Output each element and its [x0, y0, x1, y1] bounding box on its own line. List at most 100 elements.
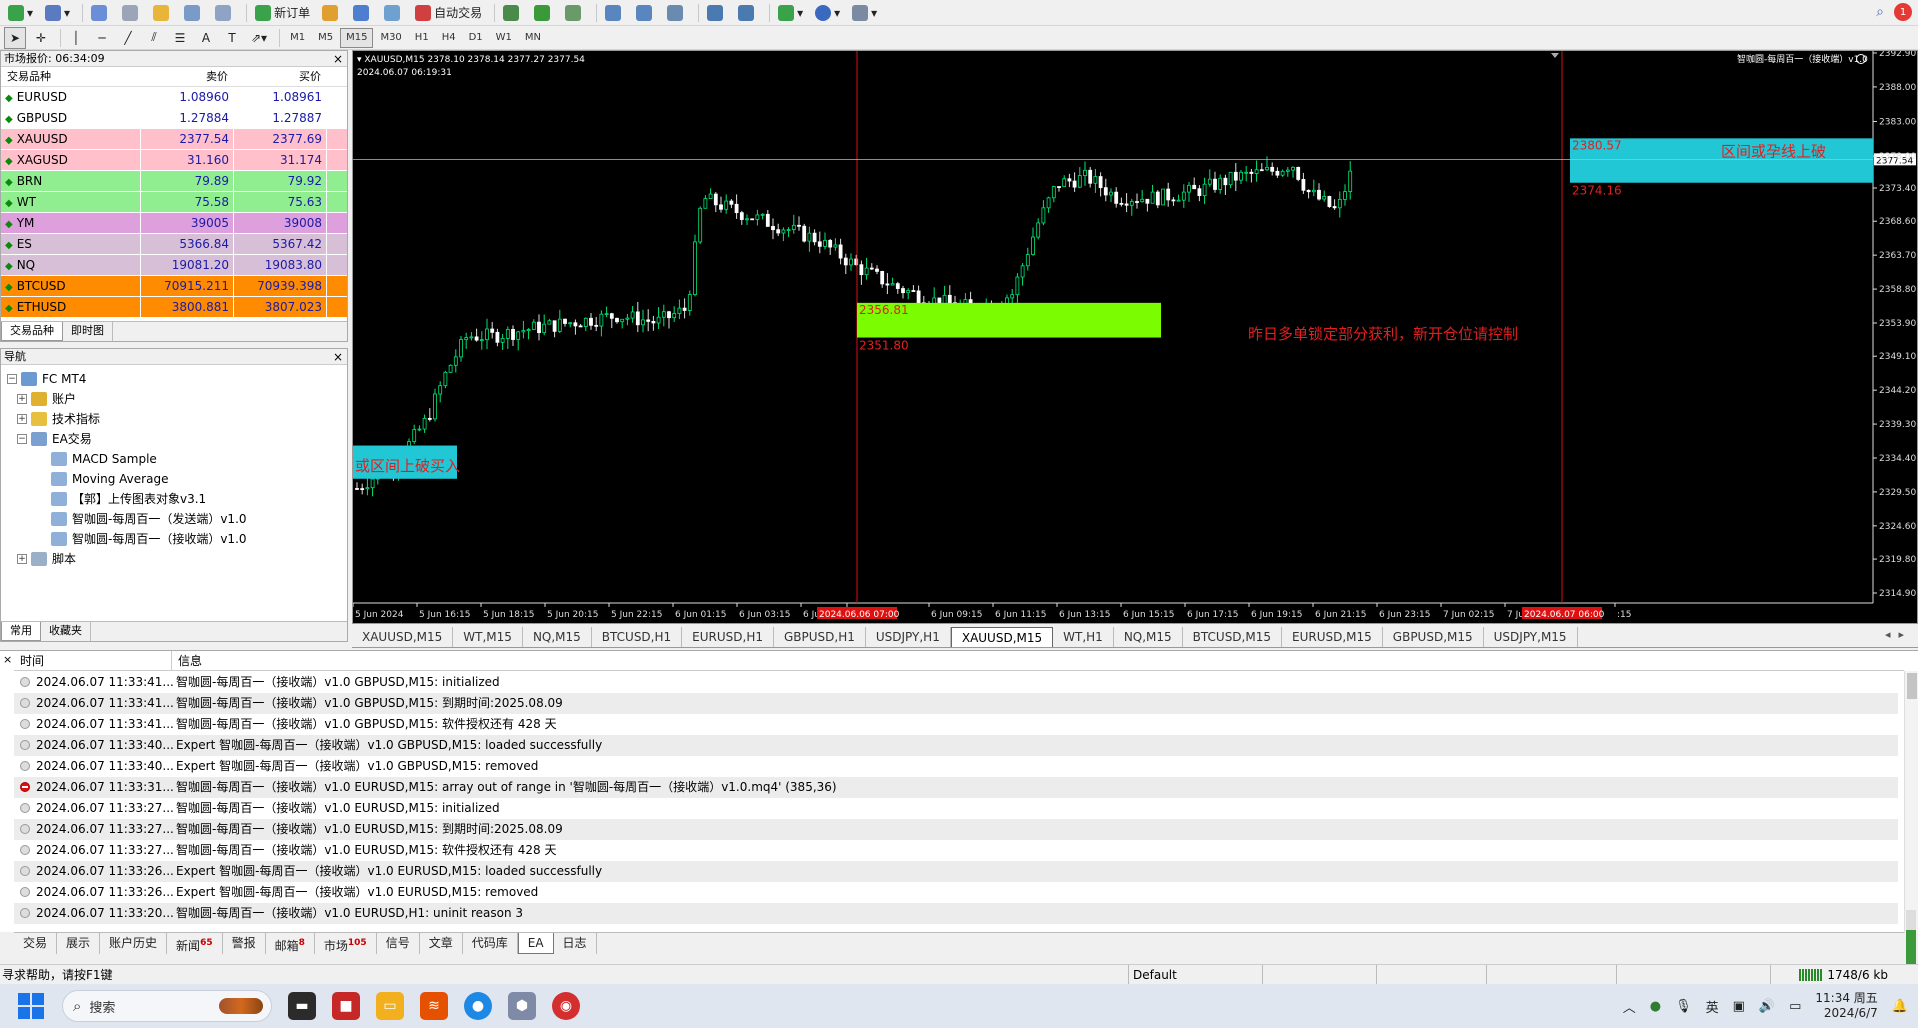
- tab-common[interactable]: 常用: [1, 622, 41, 641]
- tab-favorites[interactable]: 收藏夹: [41, 622, 91, 641]
- col-ask[interactable]: 买价: [234, 67, 327, 86]
- bar-chart-button[interactable]: [499, 2, 526, 24]
- terminal-tab[interactable]: 日志: [554, 933, 597, 954]
- signals-button[interactable]: [349, 2, 376, 24]
- timeframe-w1[interactable]: W1: [490, 28, 518, 48]
- chart-tab[interactable]: EURUSD,H1: [682, 627, 774, 647]
- timeframe-h1[interactable]: H1: [409, 28, 435, 48]
- windows-start-icon[interactable]: [18, 993, 44, 1019]
- market-row[interactable]: ◆ XAUUSD 2377.54 2377.69: [1, 129, 347, 150]
- new-chart-button[interactable]: ▾: [4, 2, 37, 24]
- tile-windows-button[interactable]: [663, 2, 690, 24]
- terminal-tab[interactable]: 展示: [57, 933, 101, 954]
- chart-tab[interactable]: XAUUSD,M15: [352, 627, 454, 647]
- close-icon[interactable]: ×: [3, 653, 12, 666]
- log-row[interactable]: 2024.06.07 11:33:31... 智咖圆-每周百一（接收端）v1.0 …: [14, 777, 1898, 798]
- nav-indicators[interactable]: + 技术指标: [7, 409, 347, 429]
- profile-name[interactable]: Default: [1128, 965, 1260, 985]
- nav-root[interactable]: − FC MT4: [7, 369, 347, 389]
- horizontal-line-tool[interactable]: ─: [91, 27, 113, 49]
- chart-tab[interactable]: NQ,M15: [1114, 627, 1183, 647]
- nav-ea-item[interactable]: 【郭】上传图表对象v3.1: [7, 489, 347, 509]
- screen-recorder-icon[interactable]: ◉: [552, 992, 580, 1020]
- market-row[interactable]: ◆ YM 39005 39008: [1, 213, 347, 234]
- chart-tab[interactable]: EURUSD,M15: [1282, 627, 1383, 647]
- chart-tab[interactable]: WT,H1: [1053, 627, 1114, 647]
- chart-tab[interactable]: BTCUSD,H1: [592, 627, 683, 647]
- log-row[interactable]: 2024.06.07 11:33:41... 智咖圆-每周百一（接收端）v1.0 …: [14, 714, 1898, 735]
- record-app-icon[interactable]: ■: [332, 992, 360, 1020]
- zoom-in-button[interactable]: [601, 2, 628, 24]
- log-row[interactable]: 2024.06.07 11:33:20... 智咖圆-每周百一（接收端）v1.0 …: [14, 903, 1898, 924]
- chrome-icon[interactable]: ●: [464, 992, 492, 1020]
- chevron-up-icon[interactable]: ︿: [1623, 997, 1636, 1016]
- nav-ea-item[interactable]: Moving Average: [7, 469, 347, 489]
- periods-button[interactable]: ▾: [811, 2, 844, 24]
- line-chart-button[interactable]: [561, 2, 588, 24]
- metatrader-icon[interactable]: ⬢: [508, 992, 536, 1020]
- market-row[interactable]: ◆ ES 5366.84 5367.42: [1, 234, 347, 255]
- terminal-tab[interactable]: 账户历史: [100, 933, 168, 954]
- text-label-tool[interactable]: T: [221, 27, 243, 49]
- market-row[interactable]: ◆ WT 75.58 75.63: [1, 192, 347, 213]
- log-row[interactable]: 2024.06.07 11:33:27... 智咖圆-每周百一（接收端）v1.0 …: [14, 819, 1898, 840]
- metaeditor-button[interactable]: [318, 2, 345, 24]
- chart-window[interactable]: 2356.81 2351.80 2380.57 2374.16 昨日多单锁定部分获利，新…: [352, 50, 1918, 624]
- log-row[interactable]: 2024.06.07 11:33:41... 智咖圆-每周百一（接收端）v1.0 …: [14, 693, 1898, 714]
- battery-icon[interactable]: ▭: [1789, 999, 1801, 1014]
- log-row[interactable]: 2024.06.07 11:33:27... 智咖圆-每周百一（接收端）v1.0 …: [14, 798, 1898, 819]
- nav-experts[interactable]: − EA交易: [7, 429, 347, 449]
- security-icon[interactable]: ●: [1650, 999, 1661, 1014]
- chart-tab[interactable]: USDJPY,H1: [866, 627, 951, 647]
- chart-tab[interactable]: WT,M15: [453, 627, 523, 647]
- log-row[interactable]: 2024.06.07 11:33:27... 智咖圆-每周百一（接收端）v1.0 …: [14, 840, 1898, 861]
- task-view-icon[interactable]: ▬: [288, 992, 316, 1020]
- scroll-thumb[interactable]: [1907, 673, 1917, 699]
- expand-icon[interactable]: +: [17, 554, 27, 564]
- taskbar-search[interactable]: ⌕ 搜索: [62, 990, 272, 1022]
- terminal-tab[interactable]: 代码库: [463, 933, 518, 954]
- close-icon[interactable]: ×: [333, 349, 343, 365]
- file-explorer-icon[interactable]: ▭: [376, 992, 404, 1020]
- nav-accounts[interactable]: + 账户: [7, 389, 347, 409]
- templates-button[interactable]: ▾: [848, 2, 881, 24]
- chart-tab[interactable]: GBPUSD,H1: [774, 627, 866, 647]
- ime-indicator[interactable]: 英: [1706, 997, 1719, 1016]
- trendline-tool[interactable]: ╱: [117, 27, 139, 49]
- log-row[interactable]: 2024.06.07 11:33:40... Expert 智咖圆-每周百一（接收…: [14, 735, 1898, 756]
- chart-shift-button[interactable]: [703, 2, 730, 24]
- indicators-button[interactable]: ▾: [774, 2, 807, 24]
- close-icon[interactable]: ×: [333, 51, 343, 67]
- terminal-toggle[interactable]: [180, 2, 207, 24]
- chart-tab[interactable]: GBPUSD,M15: [1383, 627, 1484, 647]
- timeframe-m15[interactable]: M15: [340, 27, 374, 48]
- market-watch-toggle[interactable]: [87, 2, 114, 24]
- nav-scripts[interactable]: + 脚本: [7, 549, 347, 569]
- terminal-tab[interactable]: EA: [517, 933, 554, 954]
- profiles-button[interactable]: ▾: [41, 2, 74, 24]
- log-scrollbar[interactable]: [1904, 671, 1918, 933]
- arrows-tool[interactable]: ⇗▾: [247, 27, 271, 49]
- data-window-toggle[interactable]: [118, 2, 145, 24]
- log-row[interactable]: 2024.06.07 11:33:26... Expert 智咖圆-每周百一（接收…: [14, 861, 1898, 882]
- equidistant-channel-tool[interactable]: ⫽: [143, 27, 165, 49]
- timeframe-h4[interactable]: H4: [436, 28, 462, 48]
- clock[interactable]: 11:34 周五 2024/6/7: [1815, 991, 1877, 1021]
- tab-symbols[interactable]: 交易品种: [1, 322, 63, 341]
- slides-app-icon[interactable]: ≋: [420, 992, 448, 1020]
- collapse-icon[interactable]: −: [17, 434, 27, 444]
- search-icon[interactable]: ⌕: [1876, 4, 1884, 20]
- market-row[interactable]: ◆ ETHUSD 3800.881 3807.023: [1, 297, 347, 318]
- collapse-icon[interactable]: −: [7, 374, 17, 384]
- zoom-out-button[interactable]: [632, 2, 659, 24]
- text-tool[interactable]: A: [195, 27, 217, 49]
- col-symbol[interactable]: 交易品种: [1, 67, 141, 86]
- auto-trading-button[interactable]: 自动交易: [411, 2, 486, 24]
- timeframe-m1[interactable]: M1: [284, 28, 311, 48]
- col-time[interactable]: 时间: [14, 651, 172, 670]
- chart-tab[interactable]: BTCUSD,M15: [1183, 627, 1282, 647]
- tab-tick-chart[interactable]: 即时图: [63, 322, 113, 341]
- volume-icon[interactable]: 🔊: [1759, 999, 1775, 1014]
- network-icon[interactable]: ▣: [1733, 999, 1745, 1014]
- expand-icon[interactable]: +: [17, 394, 27, 404]
